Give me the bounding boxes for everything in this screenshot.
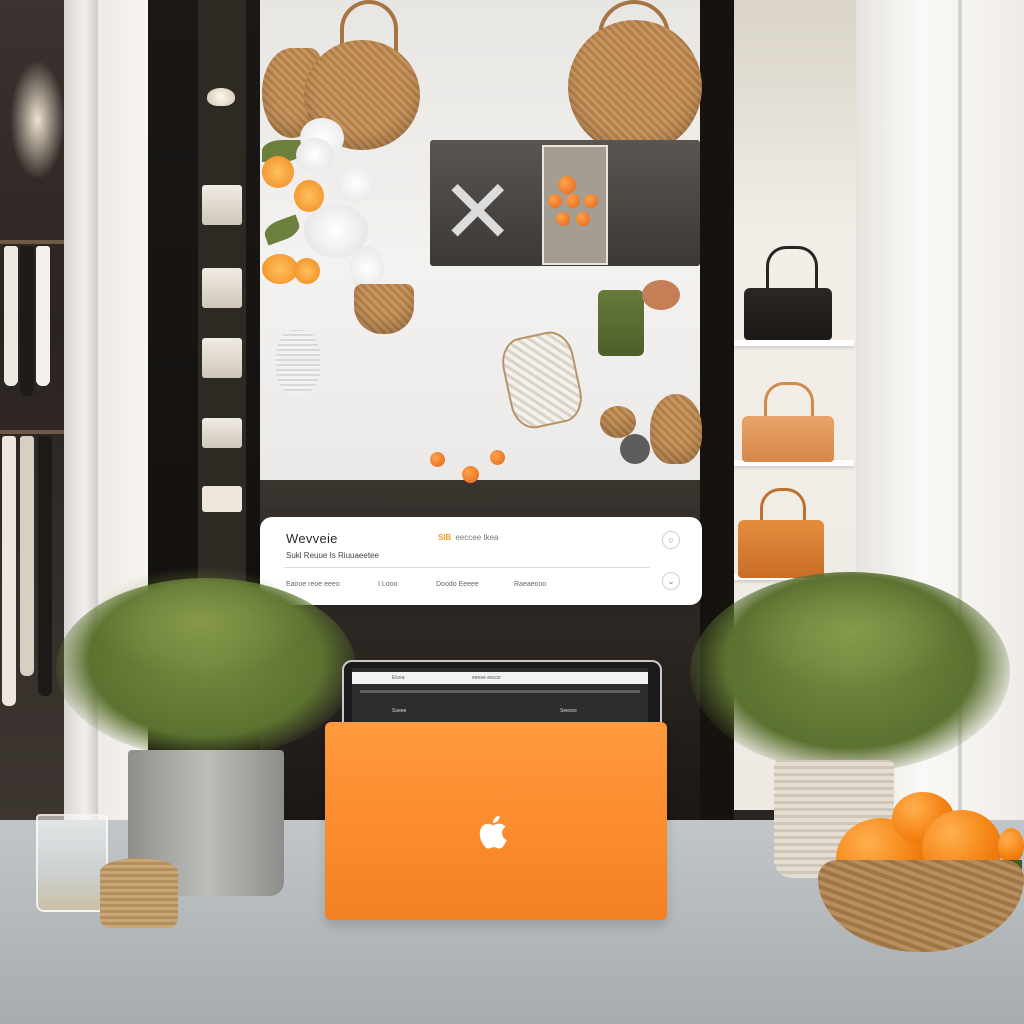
plant-foliage-right — [740, 576, 960, 686]
tassel-charm — [642, 280, 680, 310]
small-basket — [354, 284, 414, 334]
orange-fruit — [998, 828, 1024, 864]
handbag-tan — [742, 416, 834, 462]
popup-subtitle: Sukl Reuue Is Riuuaeetee — [286, 551, 379, 560]
screen-row-right: Seeoce — [560, 708, 577, 714]
browser-bar-label: Elcea — [392, 675, 405, 681]
orange-flower — [262, 156, 294, 188]
popup-meta-item: Eaooe reoe eeeo — [286, 581, 340, 588]
popup-meta-item: Raeaeooo — [514, 581, 547, 588]
screen-row — [360, 690, 640, 693]
orange-fruit — [576, 212, 590, 226]
shelf-item — [202, 268, 242, 308]
plant-foliage-left — [90, 566, 310, 676]
green-pouch — [598, 290, 644, 356]
orange-fruit — [548, 194, 562, 208]
display-shelf — [734, 340, 854, 346]
handbag-orange — [738, 520, 824, 578]
laptop-browser-bar: Elcea eeeee eecce — [352, 672, 648, 684]
popup-meta-item: Doodo Eeeee — [436, 581, 479, 588]
popup-meta-item: I Looo — [378, 581, 398, 588]
garment — [20, 246, 34, 396]
orange-flower — [262, 254, 298, 284]
orange-fruit — [556, 212, 570, 226]
popup-tag-text: eeccee tkea — [455, 533, 499, 542]
woven-pouch — [650, 394, 702, 464]
circle-icon[interactable]: ○ — [662, 531, 680, 549]
store-light — [10, 60, 65, 180]
woven-coaster-stack — [100, 858, 178, 928]
orange-fruit — [558, 176, 576, 194]
orange-fruit — [490, 450, 505, 465]
dried-flower-decor: ✕ — [440, 160, 516, 265]
popup-tag-highlight: SIB — [438, 533, 452, 542]
orange-flower — [294, 258, 320, 284]
popup-tag: SIB eeccee tkea — [438, 533, 498, 542]
orange-fruit — [584, 194, 598, 208]
shelf-item — [202, 338, 242, 378]
orange-flower — [294, 180, 324, 212]
chevron-down-icon[interactable]: ⌄ — [662, 572, 680, 590]
orange-fruit — [566, 194, 580, 208]
white-flower — [336, 164, 376, 202]
straw-hat-large — [568, 20, 702, 154]
ceiling-lamp — [207, 88, 235, 106]
dark-charm — [620, 434, 650, 464]
garment — [2, 436, 16, 706]
popup-title: Wevveie — [286, 531, 338, 546]
browser-bar-url: eeeee eecce — [472, 675, 501, 681]
bag-handle — [766, 246, 818, 293]
woven-coin-purse — [600, 406, 636, 438]
popup-divider — [284, 567, 650, 568]
orange-fruit — [430, 452, 445, 467]
white-flower — [296, 138, 334, 172]
shelf-item — [202, 486, 242, 512]
clothing-rack — [0, 240, 65, 244]
garment — [36, 246, 50, 386]
garment — [20, 436, 34, 676]
product-popup-card[interactable]: Wevveie SIB eeccee tkea Sukl Reuue Is Riu… — [260, 517, 702, 605]
handbag-black — [744, 288, 832, 340]
orange-fruit — [462, 466, 479, 483]
water-glass — [36, 814, 108, 912]
screen-row-label: Soeee — [392, 708, 407, 714]
shelf-item — [202, 418, 242, 448]
store-interior-left — [0, 0, 70, 820]
garment — [4, 246, 18, 386]
apple-logo-icon — [479, 815, 507, 849]
clothing-rack — [0, 430, 65, 434]
white-vase — [276, 330, 320, 394]
shelf-item — [202, 185, 242, 225]
garment — [38, 436, 52, 696]
